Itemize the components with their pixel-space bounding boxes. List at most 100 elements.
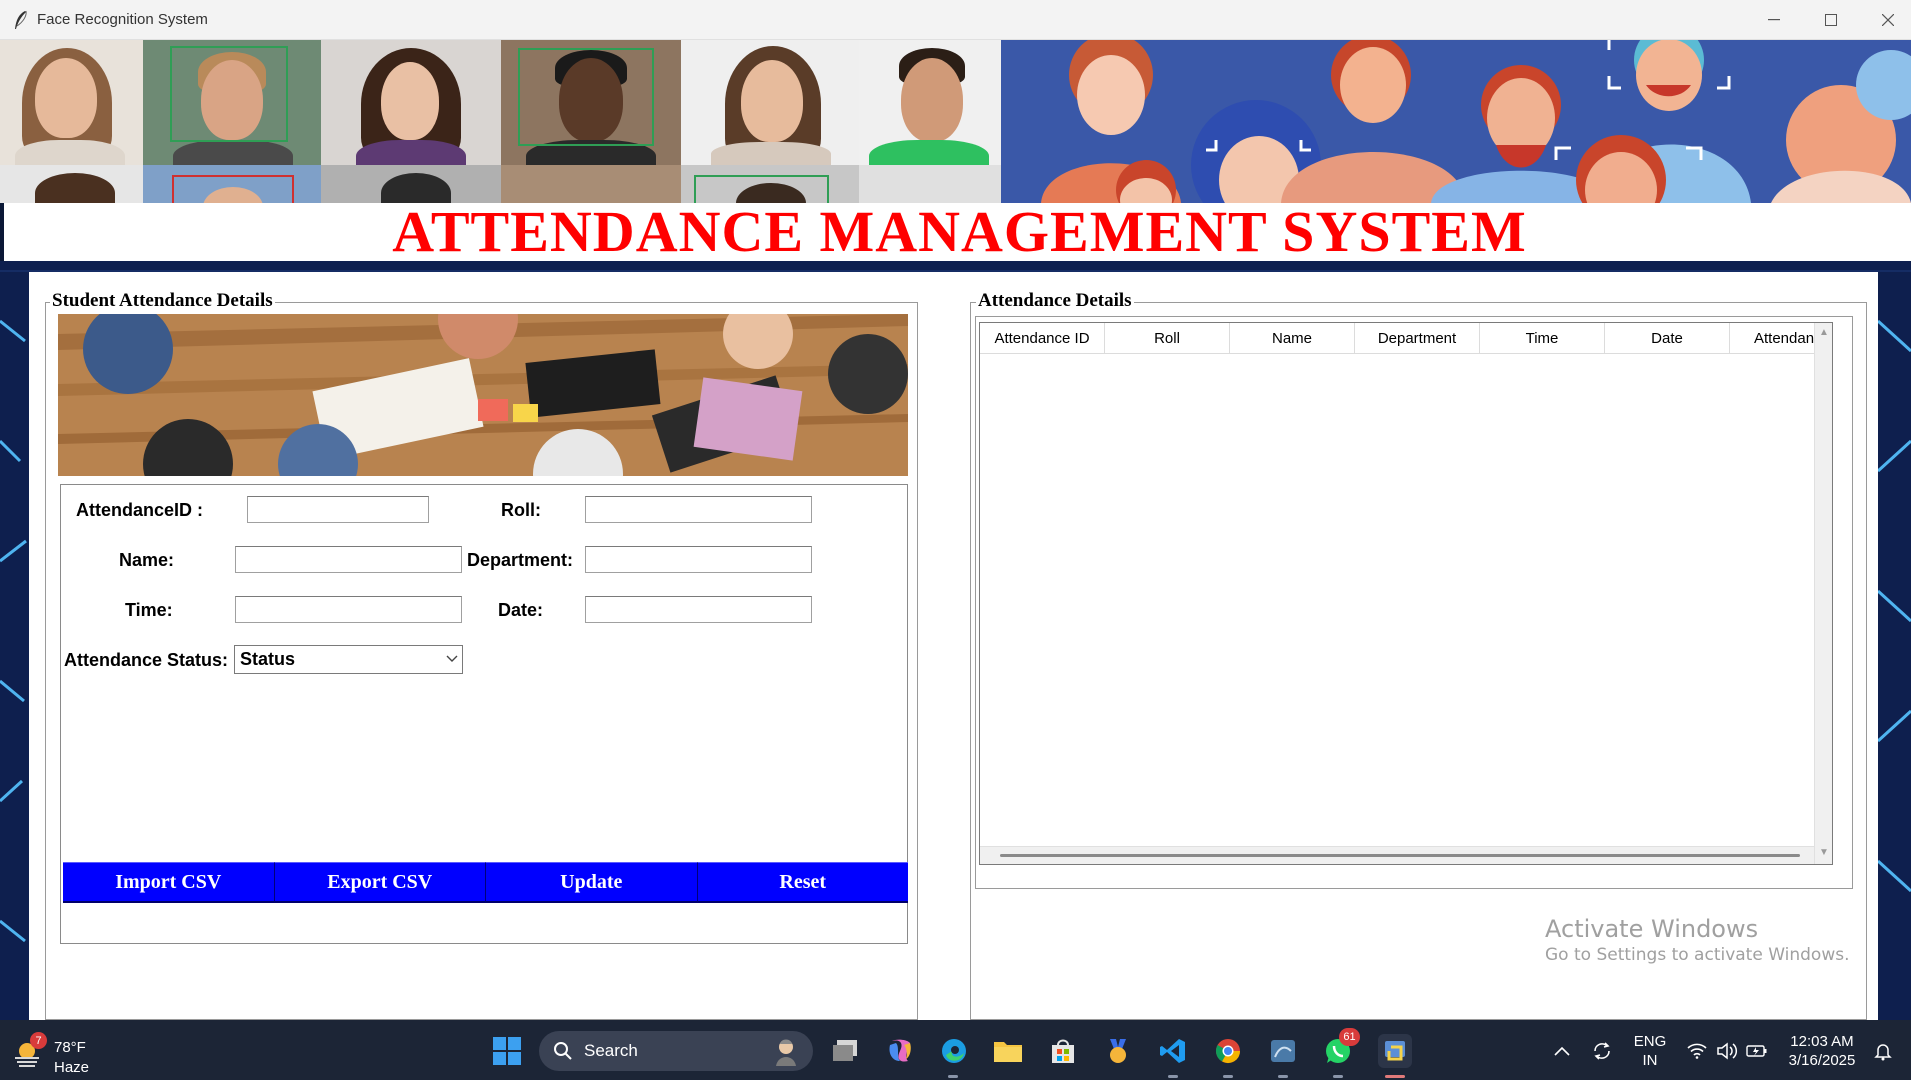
classroom-photo [58,314,908,476]
clock-date: 3/16/2025 [1788,1052,1856,1069]
windows-start-icon [493,1037,521,1065]
chevron-up-icon [1554,1046,1570,1056]
attendance-details-title: Attendance Details [976,290,1134,311]
face-photo [143,165,321,203]
whatsapp-badge: 61 [1339,1028,1360,1046]
chrome-button[interactable] [1211,1034,1245,1068]
running-indicator [1278,1075,1288,1078]
action-button-row: Import CSV Export CSV Update Reset [63,862,908,903]
rewards-button[interactable] [1101,1034,1135,1068]
mysql-workbench-icon [1271,1040,1295,1062]
import-csv-button[interactable]: Import CSV [63,862,275,903]
attendance-table[interactable]: Attendance ID Roll Name Department Time … [979,322,1833,865]
face-photo [859,40,1001,165]
weather-widget[interactable]: 7 78°F Haze [12,1030,102,1076]
student-attendance-title: Student Attendance Details [50,290,275,311]
close-icon [1881,14,1894,26]
name-input[interactable] [235,546,462,573]
date-input[interactable] [585,596,812,623]
weather-condition: Haze [54,1059,90,1076]
scroll-down-icon[interactable]: ▼ [1819,847,1829,858]
vertical-scrollbar[interactable]: ▲ ▼ [1814,323,1832,864]
task-view-icon [833,1040,857,1061]
battery-button[interactable] [1740,1034,1774,1068]
window-title: Face Recognition System [37,11,208,28]
attendance-status-value: Status [240,649,296,669]
copilot-button[interactable] [883,1034,917,1068]
tk-feather-icon [15,10,27,29]
maximize-button[interactable] [1802,0,1859,40]
title-strip: ATTENDANCE MANAGEMENT SYSTEM [0,203,1911,261]
page-title: ATTENDANCE MANAGEMENT SYSTEM [392,199,1527,264]
microsoft-store-button[interactable] [1046,1034,1080,1068]
sync-icon [1594,1042,1610,1060]
store-icon [1052,1039,1074,1063]
clock[interactable]: 12:03 AM 3/16/2025 [1782,1032,1862,1070]
face-photo [501,165,681,203]
speaker-icon [1717,1042,1738,1060]
wifi-button[interactable] [1680,1034,1714,1068]
edge-icon [942,1039,966,1063]
column-header-name[interactable]: Name [1230,323,1355,354]
weather-temperature: 78°F [54,1039,86,1056]
vscode-button[interactable] [1156,1034,1190,1068]
horizontal-scrollbar[interactable] [980,846,1814,864]
roll-input[interactable] [585,496,812,523]
attendance-id-label: AttendanceID : [76,500,204,520]
volume-button[interactable] [1710,1034,1744,1068]
copilot-icon [889,1039,911,1062]
running-indicator [1223,1075,1233,1078]
python-icon [1385,1041,1405,1061]
task-view-button[interactable] [828,1034,862,1068]
department-input[interactable] [585,546,812,573]
taskbar-search[interactable]: Search [539,1031,813,1071]
column-header-time[interactable]: Time [1480,323,1605,354]
sync-button[interactable] [1585,1034,1619,1068]
face-photo [321,40,501,165]
running-indicator [948,1075,958,1078]
file-explorer-button[interactable] [991,1034,1025,1068]
notification-bell-icon [1874,1044,1892,1061]
attendance-status-dropdown[interactable]: Status [234,645,463,674]
activate-windows-watermark: Activate Windows Go to Settings to activ… [1545,914,1850,966]
column-header-roll[interactable]: Roll [1105,323,1230,354]
face-photo [501,40,681,165]
language-indicator[interactable]: ENG IN [1628,1032,1672,1070]
face-photo [859,165,1001,203]
column-header-department[interactable]: Department [1355,323,1480,354]
window-titlebar: Face Recognition System [0,0,1911,40]
chrome-icon [1215,1039,1240,1064]
export-csv-button[interactable]: Export CSV [274,862,486,903]
python-app-button[interactable] [1378,1034,1412,1068]
minimize-button[interactable] [1745,0,1802,40]
mysql-workbench-button[interactable] [1266,1034,1300,1068]
column-header-attendance-id[interactable]: Attendance ID [980,323,1105,354]
column-header-date[interactable]: Date [1605,323,1730,354]
maximize-icon [1824,14,1837,26]
horizontal-scroll-thumb[interactable] [1000,854,1800,857]
language-region: IN [1642,1052,1658,1069]
reset-button[interactable]: Reset [697,862,908,903]
date-label: Date: [498,600,544,620]
name-label: Name: [119,550,175,570]
edge-button[interactable] [937,1034,971,1068]
attendance-id-input[interactable] [247,496,429,523]
face-detection-illustration [1001,40,1911,203]
language-code: ENG [1633,1033,1667,1050]
taskbar: 7 78°F Haze Search 61 ENG IN 12:03 AM 3/… [0,1020,1911,1080]
chevron-down-icon [446,652,458,666]
weather-badge: 7 [30,1032,47,1049]
start-button[interactable] [490,1034,524,1068]
activate-windows-subtitle: Go to Settings to activate Windows. [1545,945,1850,965]
close-button[interactable] [1859,0,1911,40]
classroom-image [58,314,908,476]
activate-windows-title: Activate Windows [1545,915,1759,943]
update-button[interactable]: Update [486,862,698,903]
time-input[interactable] [235,596,462,623]
scroll-up-icon[interactable]: ▲ [1819,327,1829,338]
notifications-button[interactable] [1866,1034,1900,1068]
battery-charging-icon [1746,1045,1767,1057]
attendance-status-label: Attendance Status: [64,650,229,670]
face-photo [681,165,859,203]
show-hidden-icons-button[interactable] [1545,1034,1579,1068]
